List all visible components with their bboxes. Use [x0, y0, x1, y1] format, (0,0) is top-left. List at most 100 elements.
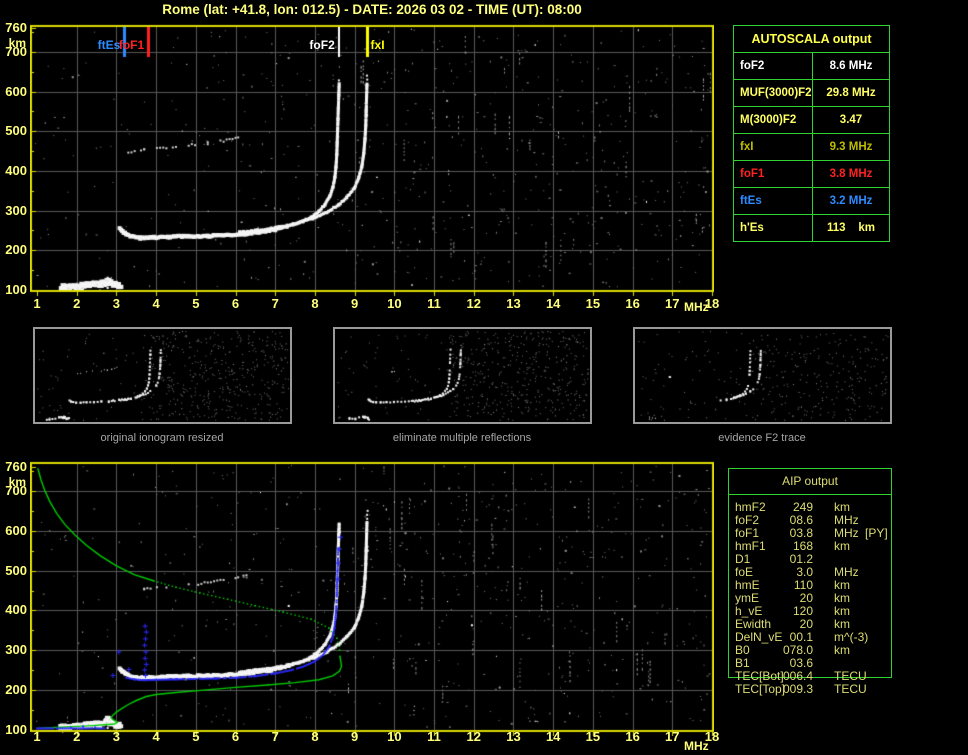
x-tick-label: 3: [112, 729, 121, 744]
aip-row-unit: km: [834, 539, 850, 553]
aip-row: h_vE 120 km: [729, 604, 891, 618]
bottom-ionogram-canvas: [30, 458, 714, 736]
x-tick-label: 6: [231, 729, 240, 744]
autoscala-row: MUF(3000)F2 29.8 MHz: [734, 80, 889, 107]
aip-row-note: [PY]: [865, 526, 888, 540]
thumbnail-eliminate-reflections: [333, 327, 592, 424]
aip-row-label: B1: [735, 656, 750, 670]
x-tick-label: 1: [33, 729, 41, 744]
autoscala-row: M(3000)F2 3.47: [734, 107, 889, 134]
y-tick-label: 300: [5, 642, 27, 658]
y-tick-label: 200: [5, 242, 27, 258]
aip-row-value: 249: [792, 500, 813, 514]
x-tick-label: 15: [585, 729, 601, 744]
autoscala-row-value: 29.8 MHz: [826, 87, 876, 99]
aip-row-value: 3.0: [796, 565, 813, 579]
y-tick-label: 600: [5, 83, 27, 99]
aip-output-panel: AIP output hmF2 249 km foF2 08.6 MHz foF1 03.8 M…: [728, 468, 892, 696]
autoscala-row: foF2 8.6 MHz: [734, 53, 889, 80]
autoscala-row-value: 3.8 MHz: [829, 168, 873, 180]
aip-row: B1 03.6: [729, 656, 891, 670]
marker-label-fof1: foF1: [118, 38, 145, 52]
x-tick-label: 6: [231, 296, 240, 311]
autoscala-row: ftEs 3.2 MHz: [734, 188, 889, 215]
x-tick-label: 2: [73, 296, 81, 311]
bottom-ionogram-plot: 760 700 600 500 400 300 200 100 km 1 2 3 4 5 6 7 8 9 10 1…: [0, 445, 730, 755]
autoscala-row-value: 8.6 MHz: [829, 60, 873, 72]
autoscala-row: foF1 3.8 MHz: [734, 161, 889, 188]
aip-row-label: foF2: [735, 513, 760, 527]
x-tick-label: 8: [311, 296, 319, 311]
aip-row-unit: km: [834, 604, 850, 618]
y-tick-label: 500: [5, 562, 27, 578]
aip-row-value: 20: [799, 591, 813, 605]
y-tick-label: 600: [5, 522, 27, 538]
aip-row: ymE 20 km: [729, 591, 891, 605]
aip-row-value: 078.0: [782, 643, 813, 657]
thumbnail-evidence-f2-trace: [633, 327, 892, 424]
aip-row: foF2 08.6 MHz: [729, 513, 891, 527]
y-tick-label: 500: [5, 123, 27, 139]
x-tick-label: 5: [192, 296, 200, 311]
x-tick-label: 17: [665, 729, 680, 744]
aip-row-value: 110: [793, 578, 813, 592]
thumbnail-caption-original: original ionogram resized: [100, 432, 224, 444]
y-tick-label: 100: [5, 282, 27, 297]
x-tick-label: 1: [33, 296, 41, 311]
autoscala-row-value: 3.47: [839, 114, 863, 126]
aip-row-value: 03.8: [789, 526, 813, 540]
aip-row-unit: MHz: [834, 565, 859, 579]
aip-row: DelN_vE 00.1 m^(-3): [729, 630, 891, 644]
autoscala-rows: foF2 8.6 MHz MUF(3000)F2 29.8 MHz M(3000)F2 3…: [734, 53, 889, 241]
x-tick-label: 9: [351, 729, 359, 744]
x-tick-label: 3: [112, 296, 121, 311]
autoscala-row-label: h'Es: [734, 215, 813, 241]
x-tick-label: 4: [152, 296, 160, 311]
autoscala-row-value: 9.3 MHz: [829, 141, 873, 153]
x-tick-label: 16: [625, 729, 640, 744]
aip-row-label: ymE: [735, 591, 759, 605]
x-tick-label: 14: [545, 729, 561, 744]
y-tick-label: 760: [5, 459, 27, 474]
aip-panel-title: AIP output: [729, 469, 891, 495]
x-tick-label: 2: [73, 729, 81, 744]
x-tick-label: 14: [545, 296, 561, 311]
aip-row-label: hmE: [735, 578, 760, 592]
marker-label-fxi: fxI: [370, 38, 385, 52]
aip-row-value: 009.3: [782, 682, 813, 696]
aip-row-label: foF1: [735, 526, 760, 540]
y-axis-unit-bottom: km: [8, 475, 26, 489]
aip-row: hmE 110 km: [729, 578, 891, 592]
x-tick-label: 17: [665, 296, 680, 311]
x-tick-label: 11: [427, 729, 441, 744]
aip-row-unit: MHz: [834, 526, 859, 540]
marker-label-fof2: foF2: [309, 38, 335, 52]
aip-row-unit: km: [834, 617, 850, 631]
top-ionogram-plot: 760 700 600 500 400 300 200 100 km 1 2 3 4 5 6 7 8 9 10 1…: [0, 0, 730, 320]
aip-row: hmF1 168 km: [729, 539, 891, 553]
x-axis-unit-top: MHz: [684, 300, 709, 314]
thumbnail-caption-evidence: evidence F2 trace: [718, 432, 806, 444]
aip-row-unit: km: [834, 643, 850, 657]
y-axis-unit-top: km: [8, 36, 26, 50]
aip-row-unit: km: [834, 500, 850, 514]
autoscala-output-panel: AUTOSCALA output foF2 8.6 MHz MUF(3000)F2 2…: [733, 25, 890, 242]
y-tick-label: 400: [5, 602, 27, 618]
autoscala-panel-title: AUTOSCALA output: [734, 26, 889, 53]
aip-row-unit: MHz: [834, 513, 859, 527]
thumbnail-original-ionogram: [33, 327, 292, 424]
x-tick-label: 9: [351, 296, 359, 311]
aip-row: foE 3.0 MHz: [729, 565, 891, 579]
autoscala-row: fxI 9.3 MHz: [734, 134, 889, 161]
autoscala-application-window: Rome (lat: +41.8, lon: 012.5) - DATE: 20…: [0, 0, 968, 755]
x-tick-label: 4: [152, 729, 160, 744]
aip-row-value: 120: [792, 604, 813, 618]
aip-row: TEC[Top] 009.3 TECU: [729, 682, 891, 696]
x-tick-label: 7: [271, 296, 279, 311]
x-tick-label: 12: [466, 296, 481, 311]
x-tick-label: 8: [311, 729, 319, 744]
autoscala-row: h'Es 113 km: [734, 215, 889, 241]
y-tick-label: 200: [5, 682, 27, 698]
aip-row: hmF2 249 km: [729, 500, 891, 514]
autoscala-row-label: fxI: [734, 134, 813, 160]
